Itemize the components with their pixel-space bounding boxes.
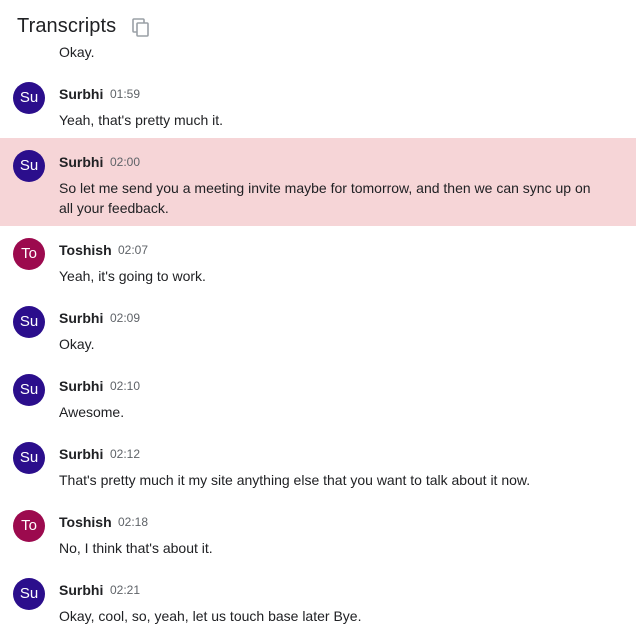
avatar: Su bbox=[13, 82, 45, 114]
transcript-text: That's pretty much it my site anything e… bbox=[59, 472, 531, 488]
timestamp: 02:12 bbox=[110, 447, 141, 461]
transcript-text: Awesome. bbox=[59, 404, 125, 420]
timestamp: 02:18 bbox=[118, 515, 149, 529]
transcript-text: Okay, cool, so, yeah, let us touch base … bbox=[59, 608, 362, 624]
avatar: Su bbox=[13, 374, 45, 406]
transcript-list[interactable]: Okay. Su Surbhi 01:59 Yeah, that's prett… bbox=[0, 0, 636, 642]
transcript-entry[interactable]: Su Surbhi 02:10 Awesome. bbox=[0, 362, 636, 426]
transcript-text: Okay. bbox=[59, 336, 95, 352]
page-title: Transcripts bbox=[17, 15, 117, 37]
transcript-entry[interactable]: Su Surbhi 02:21 Okay, cool, so, yeah, le… bbox=[0, 566, 636, 630]
speaker-name: Surbhi bbox=[59, 582, 104, 598]
timestamp: 02:07 bbox=[118, 243, 149, 257]
timestamp: 01:59 bbox=[110, 87, 141, 101]
copy-icon[interactable] bbox=[130, 17, 152, 39]
avatar: Su bbox=[13, 578, 45, 610]
avatar: Su bbox=[13, 150, 45, 182]
transcript-entry-highlighted[interactable]: Su Surbhi 02:00 So let me send you a mee… bbox=[0, 138, 636, 226]
avatar: Su bbox=[13, 442, 45, 474]
speaker-name: Surbhi bbox=[59, 378, 104, 394]
avatar: To bbox=[13, 510, 45, 542]
timestamp: 02:09 bbox=[110, 311, 141, 325]
transcript-entry[interactable]: Su Surbhi 02:12 That's pretty much it my… bbox=[0, 430, 636, 494]
transcript-entry[interactable]: Su Surbhi 02:09 Okay. bbox=[0, 294, 636, 358]
speaker-name: Surbhi bbox=[59, 86, 104, 102]
transcripts-header: Transcripts bbox=[0, 0, 636, 46]
timestamp: 02:21 bbox=[110, 583, 141, 597]
timestamp: 02:10 bbox=[110, 379, 141, 393]
avatar: To bbox=[13, 238, 45, 270]
avatar: Su bbox=[13, 306, 45, 338]
speaker-name: Surbhi bbox=[59, 154, 104, 170]
timestamp: 02:00 bbox=[110, 155, 141, 169]
transcript-text: Yeah, it's going to work. bbox=[59, 268, 206, 284]
speaker-name: Toshish bbox=[59, 242, 112, 258]
speaker-name: Surbhi bbox=[59, 310, 104, 326]
speaker-name: Surbhi bbox=[59, 446, 104, 462]
transcript-entry[interactable]: To Toshish 02:18 No, I think that's abou… bbox=[0, 498, 636, 562]
transcript-entry[interactable]: To Toshish 02:07 Yeah, it's going to wor… bbox=[0, 226, 636, 290]
transcript-text: No, I think that's about it. bbox=[59, 540, 213, 556]
transcript-entry[interactable]: Su Surbhi 01:59 Yeah, that's pretty much… bbox=[0, 68, 636, 132]
transcript-text: So let me send you a meeting invite mayb… bbox=[59, 180, 591, 216]
transcript-text: Yeah, that's pretty much it. bbox=[59, 112, 224, 128]
speaker-name: Toshish bbox=[59, 514, 112, 530]
